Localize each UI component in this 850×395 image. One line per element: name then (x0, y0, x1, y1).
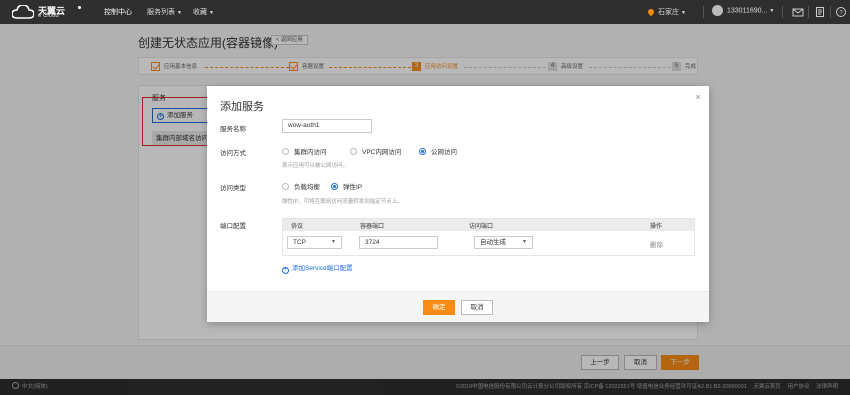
radio-label: 负载均衡 (294, 184, 320, 191)
dialog-footer: 确定 取消 (207, 291, 709, 322)
user-menu[interactable]: 133011690... ▼ (712, 5, 774, 16)
radio-icon (282, 183, 289, 190)
chevron-down-icon: ▼ (681, 10, 686, 16)
col-container-port: 容器端口 (360, 224, 385, 230)
radio-cluster-access[interactable]: 集群内访问 (282, 146, 327, 156)
top-nav-bar: 天翼云 e Cloud 控制中心 服务列表 ▼ 收藏 ▼ 石家庄 ▼ 13301169… (0, 0, 850, 24)
radio-vpc-access[interactable]: VPC内网访问 (350, 146, 401, 156)
nav-favorites-label: 收藏 (193, 9, 207, 16)
radio-icon (350, 148, 357, 155)
access-mode-label: 访问方式 (220, 150, 246, 157)
plus-circle-icon: + (282, 267, 289, 274)
user-name: 133011690... (727, 7, 768, 15)
region-selector[interactable]: 石家庄 ▼ (646, 7, 686, 17)
close-icon[interactable]: × (693, 92, 703, 102)
modal-backdrop-footer (0, 379, 850, 395)
radio-label: 集群内访问 (294, 149, 327, 156)
avatar (712, 5, 723, 16)
add-port-config-link[interactable]: + 添加Service端口配置 (282, 262, 353, 274)
chevron-down-icon: ▼ (177, 10, 182, 16)
nav-services-label: 服务列表 (147, 9, 175, 16)
chevron-down-icon: ▼ (209, 10, 214, 16)
radio-icon (282, 148, 289, 155)
protocol-value: TCP (293, 239, 306, 246)
help-icon[interactable]: ? (835, 6, 847, 18)
add-service-dialog: 添加服务 × 服务名称 wow-auth1 访问方式 集群内访问 VPC内网访问… (207, 86, 709, 322)
dialog-title: 添加服务 (220, 101, 264, 113)
port-config-table: 协议 容器端口 访问端口 操作 TCP ▼ 3724 自动生成 ▼ 删除 (282, 218, 695, 256)
cloud-logo-icon (12, 5, 34, 19)
mail-icon[interactable] (792, 6, 804, 18)
access-mode-hint: 表示应用可以被公网访问。 (282, 163, 349, 169)
access-port-value: 自动生成 (480, 239, 506, 246)
chevron-down-icon: ▼ (331, 239, 336, 245)
col-protocol: 协议 (291, 224, 304, 230)
delete-port-link[interactable]: 删除 (650, 239, 663, 249)
access-type-label: 访问类型 (220, 185, 246, 192)
access-port-select[interactable]: 自动生成 ▼ (474, 236, 533, 249)
confirm-button[interactable]: 确定 (423, 300, 455, 315)
col-actions: 操作 (650, 224, 663, 230)
svg-text:?: ? (839, 10, 843, 16)
port-config-label: 端口配置 (220, 223, 246, 230)
add-port-label: 添加Service端口配置 (292, 265, 353, 272)
logo[interactable]: 天翼云 e Cloud (12, 3, 84, 21)
divider (782, 6, 783, 18)
service-name-label: 服务名称 (220, 126, 246, 133)
radio-public-access[interactable]: 公网访问 (419, 146, 457, 156)
chevron-down-icon: ▼ (769, 8, 775, 15)
port-table-header: 协议 容器端口 访问端口 操作 (283, 219, 694, 231)
radio-label: 公网访问 (431, 149, 457, 156)
nav-console[interactable]: 控制中心 (104, 7, 132, 17)
chevron-down-icon: ▼ (522, 239, 527, 245)
divider (830, 6, 831, 18)
radio-load-balancer[interactable]: 负载均衡 (282, 181, 320, 191)
radio-label: VPC内网访问 (362, 149, 402, 156)
col-access-port: 访问端口 (469, 224, 494, 230)
region-label: 石家庄 (658, 9, 679, 16)
radio-selected-icon (331, 183, 338, 190)
radio-selected-icon (419, 148, 426, 155)
radio-elastic-ip[interactable]: 弹性IP (331, 181, 362, 191)
dialog-cancel-button[interactable]: 取消 (461, 300, 493, 315)
access-type-hint: 弹性IP，可将互联网访问流量转发到指定节点上。 (282, 199, 403, 205)
divider (808, 6, 809, 18)
service-name-input[interactable]: wow-auth1 (282, 119, 372, 133)
container-port-input[interactable]: 3724 (359, 236, 438, 249)
document-icon[interactable] (814, 6, 826, 18)
location-pin-icon (646, 7, 656, 17)
logo-dot (78, 6, 81, 9)
protocol-select[interactable]: TCP ▼ (287, 236, 342, 249)
radio-label: 弹性IP (343, 184, 363, 191)
nav-favorites[interactable]: 收藏 ▼ (193, 7, 214, 17)
nav-services[interactable]: 服务列表 ▼ (147, 7, 182, 17)
logo-subtext: e Cloud (38, 13, 59, 19)
divider (703, 6, 704, 18)
